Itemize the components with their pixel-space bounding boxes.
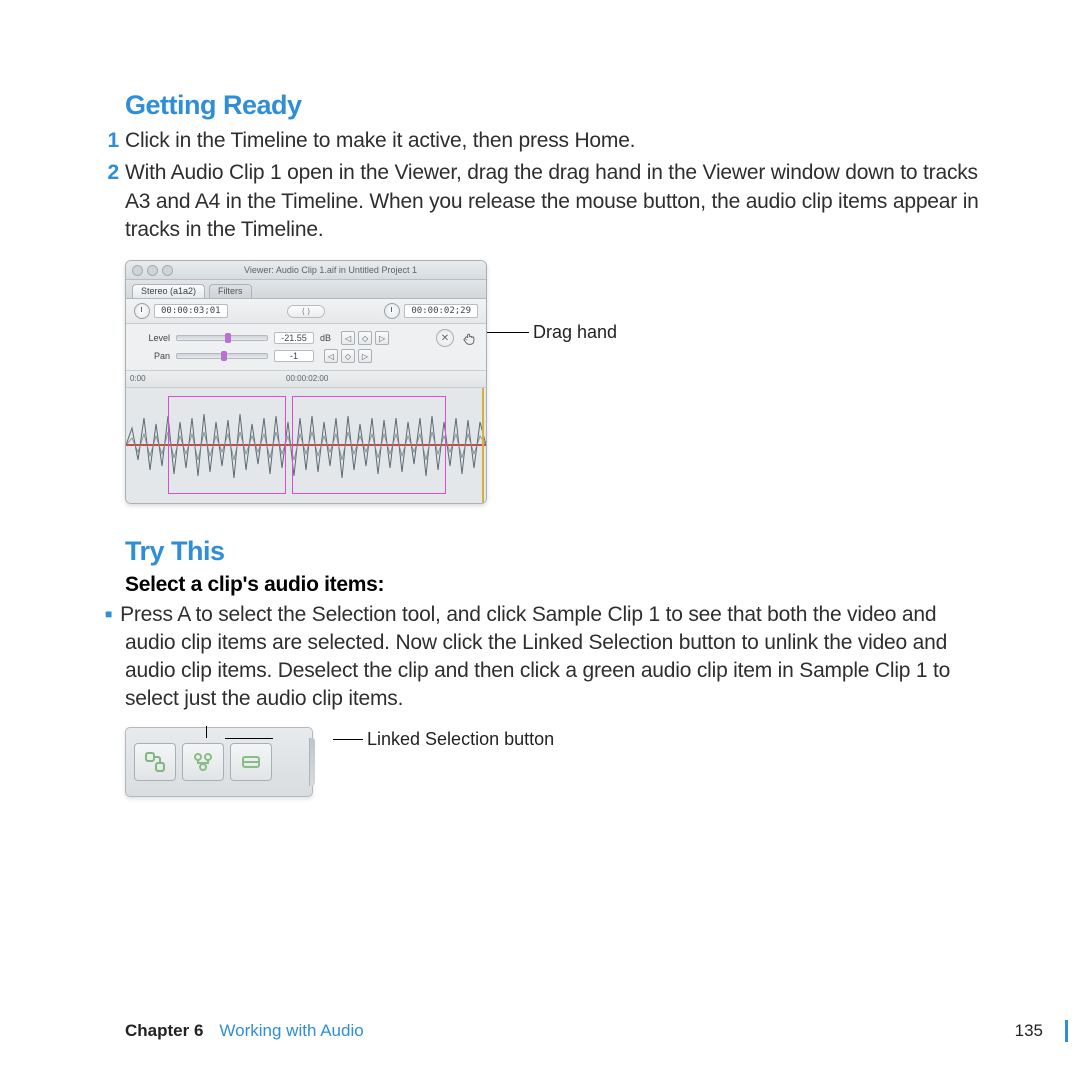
ruler-mark: 0:00 (130, 374, 146, 383)
linked-selection-button[interactable] (134, 743, 176, 781)
drag-hand-icon[interactable] (460, 331, 478, 345)
add-keyframe-icon[interactable]: ◇ (341, 349, 355, 363)
reset-icon[interactable]: ✕ (436, 329, 454, 347)
next-keyframe-icon[interactable]: ▷ (375, 331, 389, 345)
toolbar-button[interactable] (230, 743, 272, 781)
figure-viewer: Viewer: Audio Clip 1.aif in Untitled Pro… (125, 260, 980, 504)
waveform[interactable] (126, 388, 486, 503)
ruler-mark: 00:00:02:00 (286, 374, 328, 383)
figure-toolbar: Linked Selection button (125, 727, 980, 797)
try-this-bullets: ■Press A to select the Selection tool, a… (125, 601, 980, 713)
pan-slider[interactable] (176, 353, 268, 359)
close-icon[interactable] (132, 265, 143, 276)
step-number: 1 (103, 127, 119, 155)
subheading: Select a clip's audio items: (125, 573, 980, 597)
heading-try-this: Try This (125, 536, 980, 567)
titlebar: Viewer: Audio Clip 1.aif in Untitled Pro… (126, 261, 486, 280)
step-number: 2 (103, 159, 119, 187)
bullet-text: Press A to select the Selection tool, an… (120, 603, 950, 710)
callout-label: Drag hand (533, 322, 617, 343)
level-unit: dB (320, 333, 331, 343)
getting-ready-steps: 1Click in the Timeline to make it active… (125, 127, 980, 244)
page-accent-bar (1065, 1020, 1068, 1042)
next-keyframe-icon[interactable]: ▷ (358, 349, 372, 363)
prev-keyframe-icon[interactable]: ◁ (324, 349, 338, 363)
time-ruler[interactable]: 0:00 00:00:02:00 (126, 371, 486, 388)
add-keyframe-icon[interactable]: ◇ (358, 331, 372, 345)
page-number: 135 (1015, 1021, 1043, 1041)
viewer-window: Viewer: Audio Clip 1.aif in Untitled Pro… (125, 260, 487, 504)
step-1: 1Click in the Timeline to make it active… (125, 127, 980, 155)
callout-leader (206, 726, 207, 738)
callout-label: Linked Selection button (367, 729, 554, 750)
clock-icon (384, 303, 400, 319)
window-controls (132, 265, 173, 276)
pan-label: Pan (134, 351, 170, 361)
level-slider[interactable] (176, 335, 268, 341)
page-footer: Chapter 6 Working with Audio 135 (125, 1020, 1068, 1042)
level-label: Level (134, 333, 170, 343)
bullet-icon: ■ (105, 607, 112, 623)
level-value[interactable]: -21.55 (274, 332, 314, 344)
heading-getting-ready: Getting Ready (125, 90, 980, 121)
timecode-right[interactable]: 00:00:02;29 (404, 304, 478, 318)
step-2: 2With Audio Clip 1 open in the Viewer, d… (125, 159, 980, 244)
bullet-item: ■Press A to select the Selection tool, a… (125, 601, 980, 713)
chapter-title: Working with Audio (219, 1021, 363, 1041)
playhead[interactable] (482, 388, 484, 503)
timeline-toolbar (125, 727, 313, 797)
tab-stereo[interactable]: Stereo (a1a2) (132, 284, 205, 298)
chapter-label: Chapter 6 (125, 1021, 203, 1041)
timecode-bar: 00:00:03;01 ⟨ ⟩ 00:00:02;29 (126, 299, 486, 324)
step-text: With Audio Clip 1 open in the Viewer, dr… (125, 161, 979, 241)
zoom-icon[interactable] (162, 265, 173, 276)
timecode-left[interactable]: 00:00:03;01 (154, 304, 228, 318)
prev-keyframe-icon[interactable]: ◁ (341, 331, 355, 345)
zoom-control[interactable]: ⟨ ⟩ (287, 305, 325, 318)
minimize-icon[interactable] (147, 265, 158, 276)
callout-drag-hand: Drag hand (487, 322, 617, 343)
viewer-tabs: Stereo (a1a2) Filters (126, 280, 486, 299)
audio-params: Level -21.55 dB ◁ ◇ ▷ ✕ Pan (126, 324, 486, 371)
toolbar-button[interactable] (182, 743, 224, 781)
clock-icon (134, 303, 150, 319)
window-title: Viewer: Audio Clip 1.aif in Untitled Pro… (181, 265, 480, 275)
step-text: Click in the Timeline to make it active,… (125, 129, 635, 152)
tab-filters[interactable]: Filters (209, 284, 252, 298)
pan-value[interactable]: -1 (274, 350, 314, 362)
